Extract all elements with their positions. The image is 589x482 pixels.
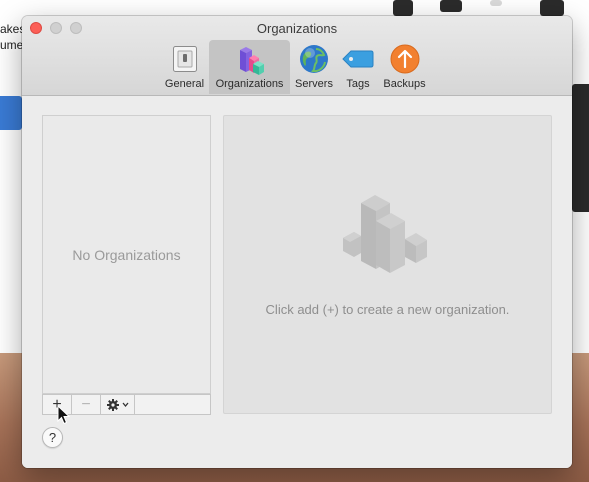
backup-arrow-icon xyxy=(388,42,422,76)
organizations-pane: No Organizations + − Click add (+) to cr… xyxy=(22,96,572,468)
tab-backups[interactable]: Backups xyxy=(378,40,431,94)
tab-tags-label: Tags xyxy=(346,78,370,90)
action-menu-button[interactable] xyxy=(101,395,135,414)
background-device xyxy=(440,0,462,12)
preferences-tabs: General Organizations Servers Tags Backu… xyxy=(160,40,431,94)
background-device xyxy=(540,0,564,16)
preferences-window: Organizations General Organizations Serv… xyxy=(22,16,572,468)
background-device xyxy=(393,0,413,16)
organizations-list[interactable]: No Organizations xyxy=(42,115,211,394)
background-device xyxy=(490,0,502,6)
background-device xyxy=(572,84,589,212)
gear-icon xyxy=(106,398,128,411)
help-button[interactable]: ? xyxy=(42,427,63,448)
tab-organizations-label: Organizations xyxy=(215,78,284,90)
tab-tags[interactable]: Tags xyxy=(338,40,378,94)
organizations-placeholder-icon xyxy=(343,195,427,273)
empty-list-text: No Organizations xyxy=(72,246,181,263)
tab-organizations[interactable]: Organizations xyxy=(209,40,290,94)
tab-backups-label: Backups xyxy=(383,78,426,90)
tab-servers-label: Servers xyxy=(295,78,333,90)
globe-icon xyxy=(297,42,331,76)
tag-icon xyxy=(341,42,375,76)
organization-detail-panel: Click add (+) to create a new organizati… xyxy=(223,115,552,414)
tab-servers[interactable]: Servers xyxy=(290,40,338,94)
window-title: Organizations xyxy=(256,21,338,36)
tab-general[interactable]: General xyxy=(160,40,209,94)
switch-icon xyxy=(168,42,202,76)
mouse-cursor-icon xyxy=(57,405,71,425)
background-selection xyxy=(0,96,22,130)
organizations-blocks-icon xyxy=(233,42,267,76)
titlebar: Organizations General Organizations Serv… xyxy=(22,16,572,96)
tab-general-label: General xyxy=(164,78,205,90)
add-organization-hint: Click add (+) to create a new organizati… xyxy=(265,302,510,317)
remove-organization-button[interactable]: − xyxy=(72,395,101,414)
